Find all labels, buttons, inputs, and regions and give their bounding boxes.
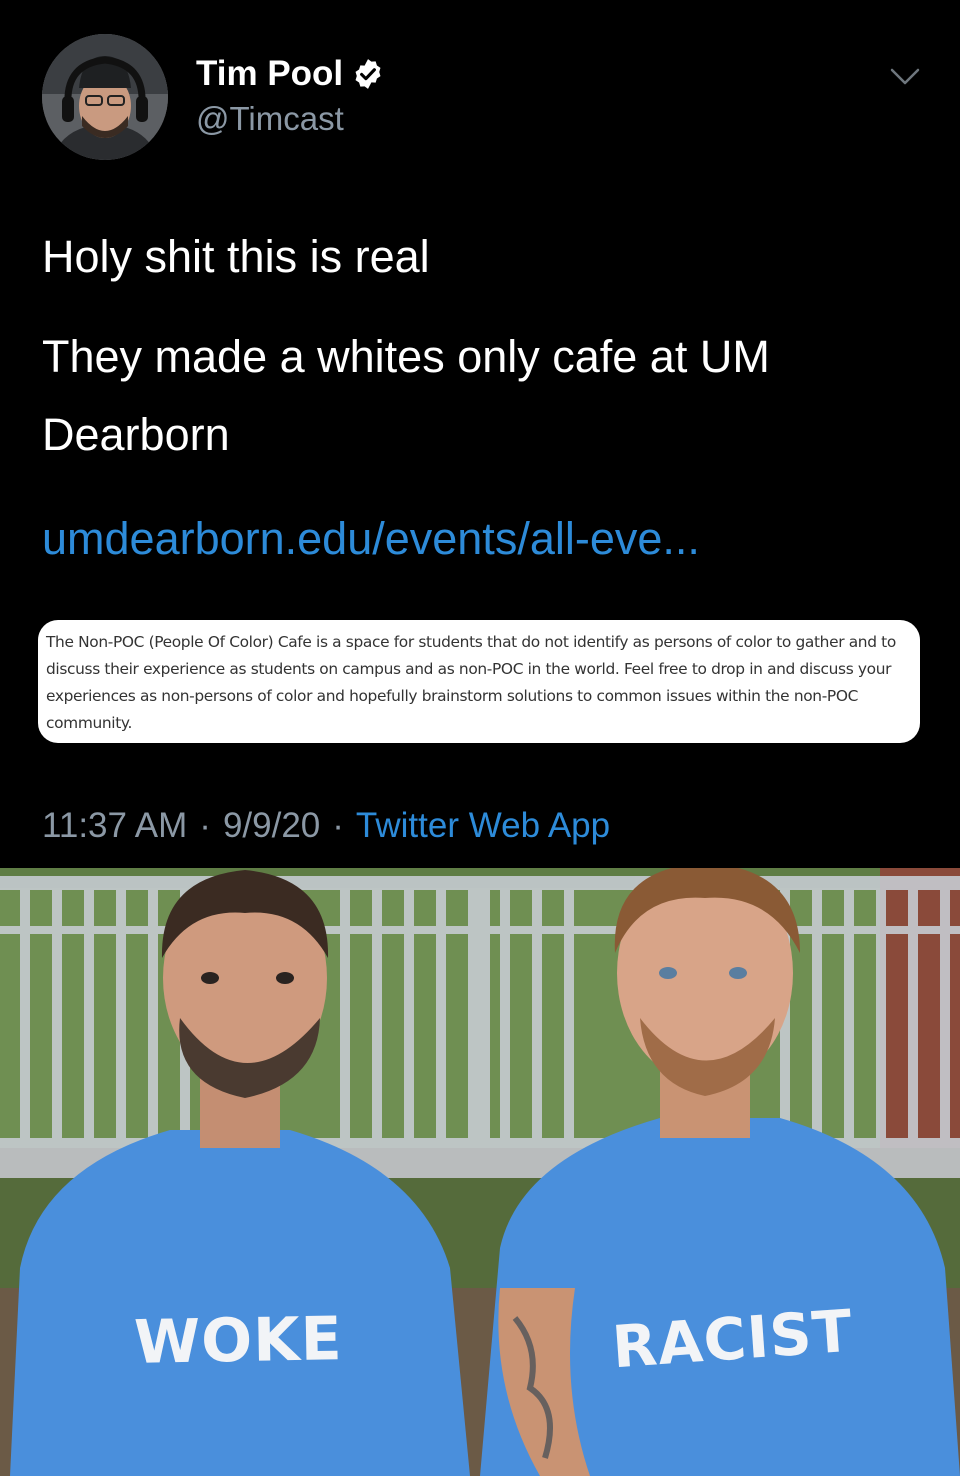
tweet-text-line-2: They made a whites only cafe at UM Dearb…: [42, 331, 770, 460]
avatar-image: [42, 34, 168, 160]
tweet-source[interactable]: Twitter Web App: [356, 806, 610, 846]
tweet-link[interactable]: umdearborn.edu/events/all-eve...: [42, 500, 700, 578]
tweet-date[interactable]: 9/9/20: [223, 806, 320, 846]
author-row: Tim Pool: [196, 54, 385, 94]
author-name[interactable]: Tim Pool: [196, 54, 343, 94]
author-handle[interactable]: @Timcast: [196, 100, 344, 138]
tweet-text-line-1: Holy shit this is real: [42, 231, 430, 282]
event-description-screenshot: The Non-POC (People Of Color) Cafe is a …: [38, 620, 920, 743]
meme-photo: WOKE RACIST: [0, 868, 960, 1476]
left-shirt-text: WOKE: [133, 1304, 344, 1378]
tweet: Tim Pool @Timcast Holy shit this is real…: [0, 0, 960, 868]
tweet-meta: 11:37 AM · 9/9/20 · Twitter Web App: [42, 806, 610, 846]
tweet-time[interactable]: 11:37 AM: [42, 806, 187, 846]
chevron-down-icon[interactable]: [886, 62, 924, 90]
verified-badge-icon: [355, 59, 381, 89]
meta-separator: ·: [199, 806, 211, 845]
event-description-text: The Non-POC (People Of Color) Cafe is a …: [46, 633, 896, 732]
meme-photo-illustration: [0, 868, 960, 1476]
meta-separator: ·: [332, 806, 344, 845]
avatar[interactable]: [42, 34, 168, 160]
